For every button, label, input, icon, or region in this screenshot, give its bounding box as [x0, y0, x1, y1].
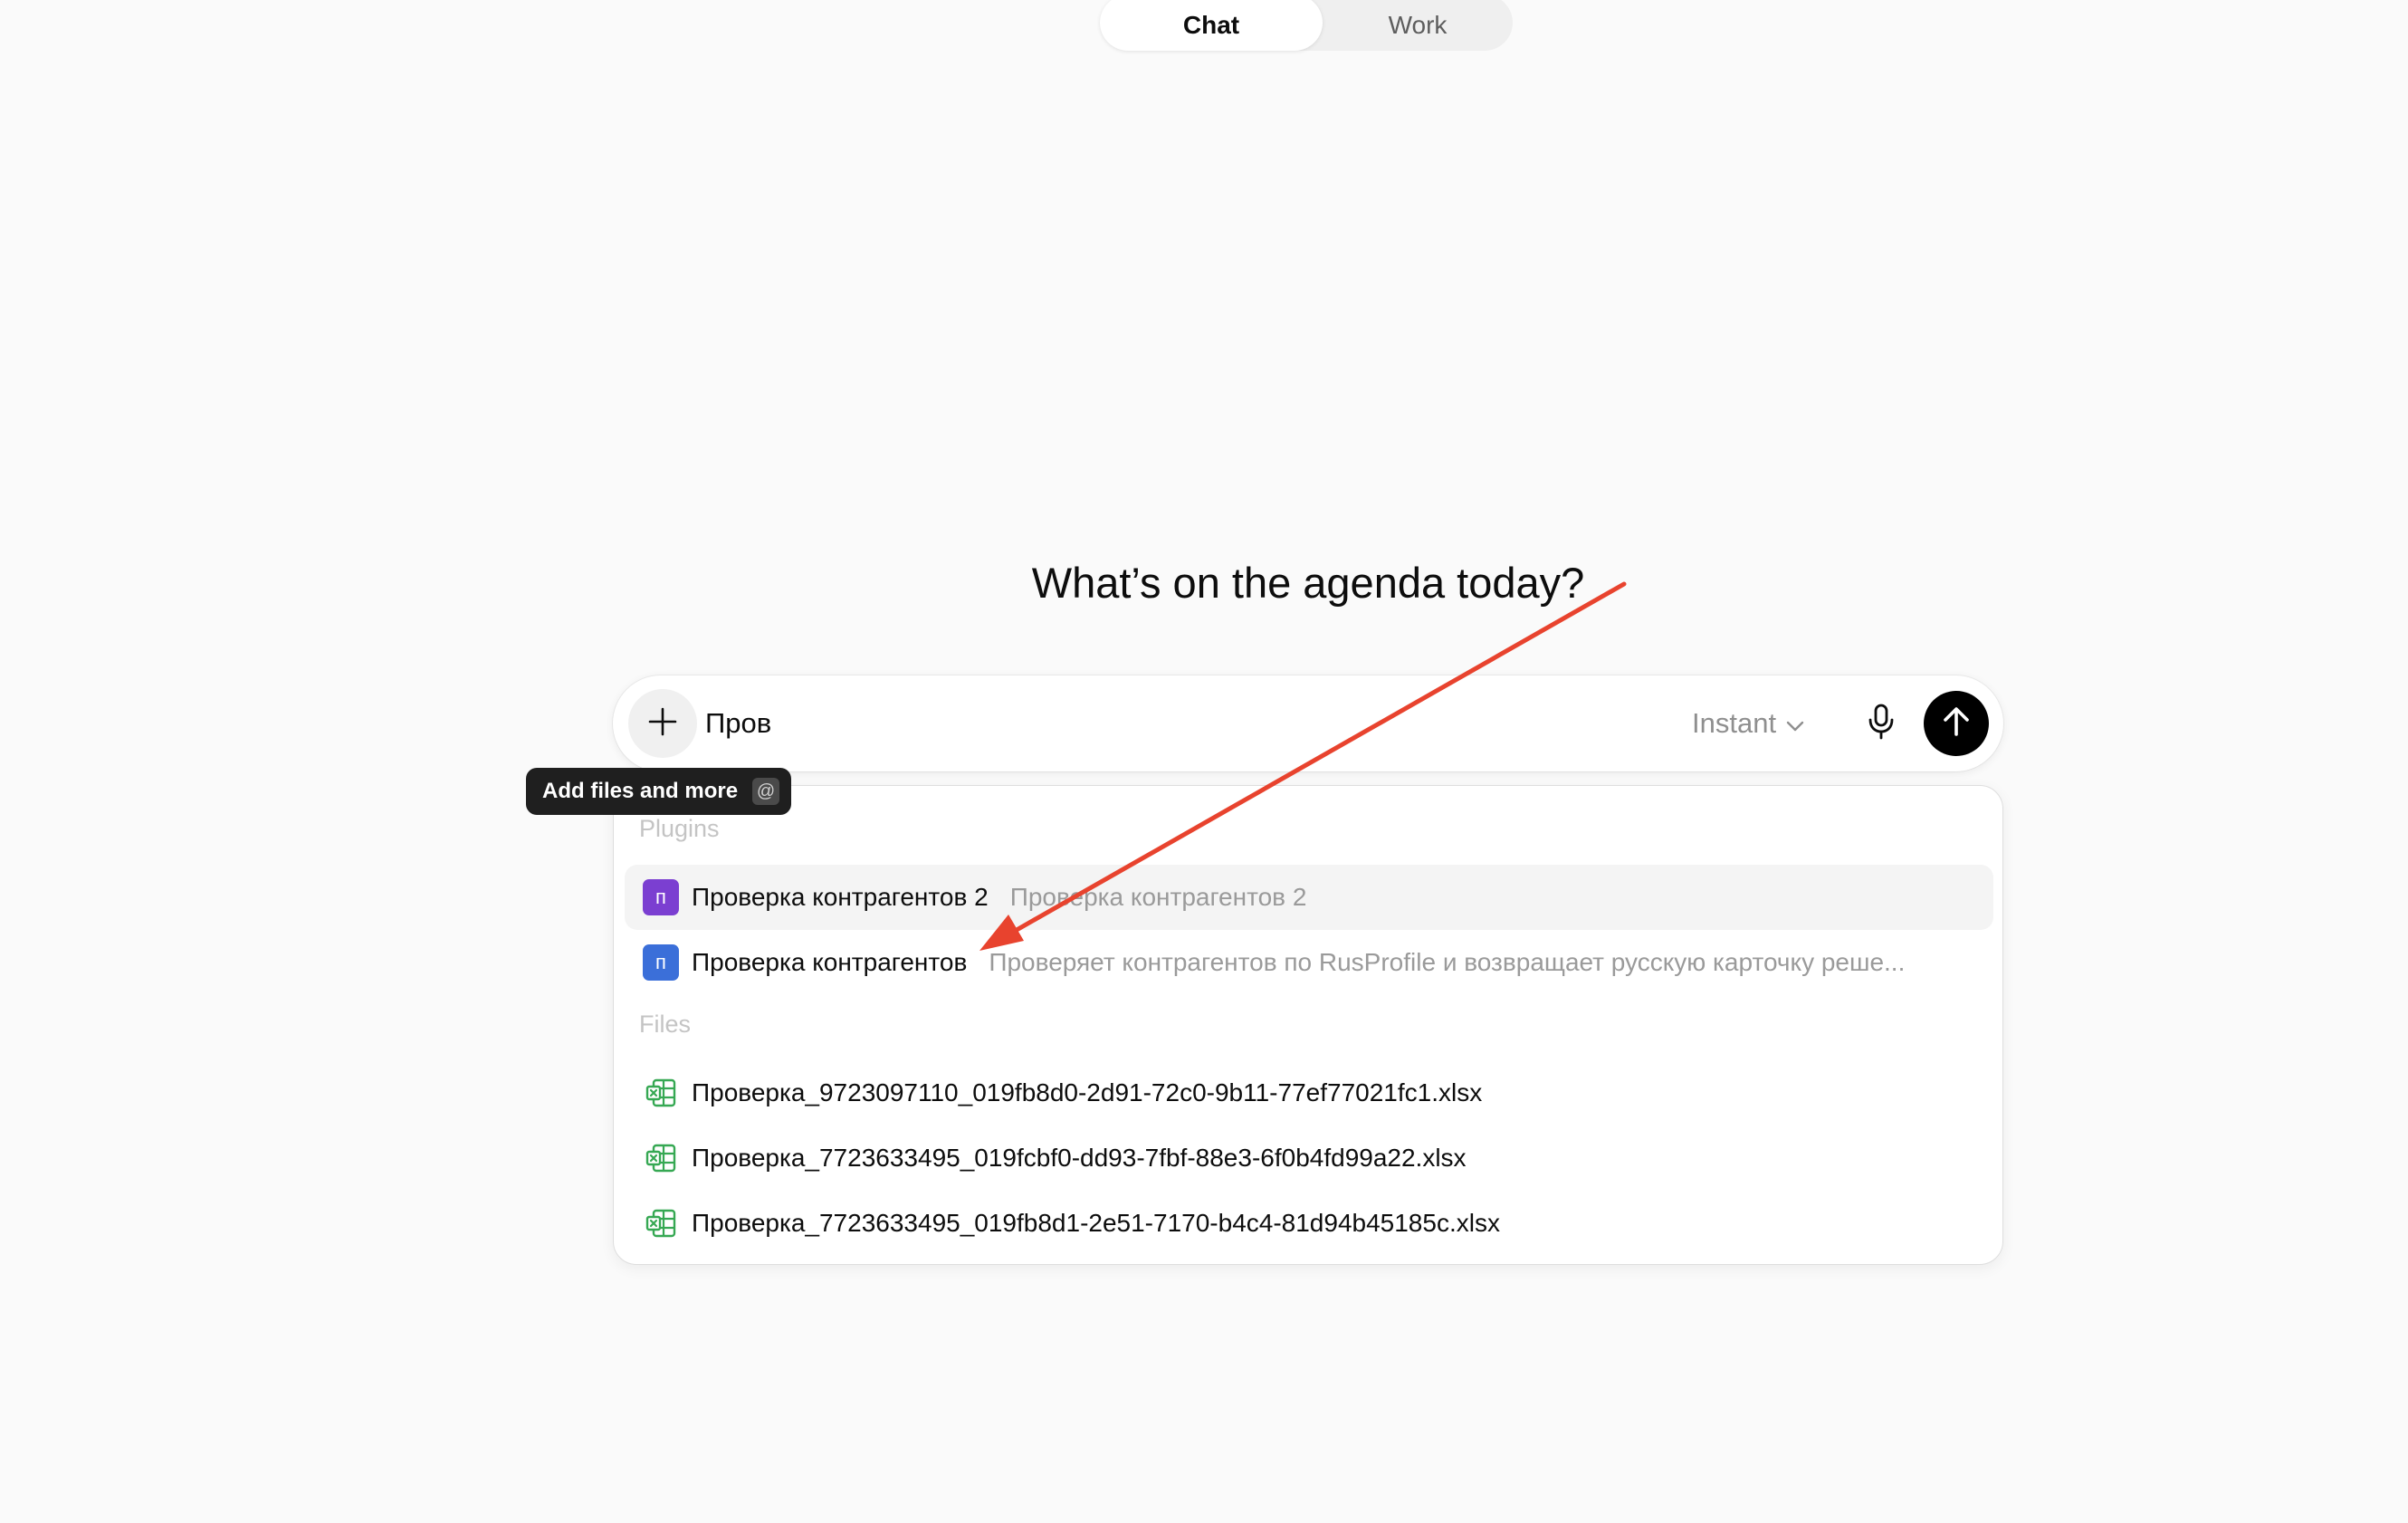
file-item[interactable]: Проверка_9723097110_019fb8d0-2d91-72c0-9… — [625, 1060, 1993, 1125]
plus-icon — [647, 706, 678, 742]
arrow-up-icon — [1942, 706, 1971, 742]
plugin-icon: п — [643, 944, 679, 981]
voice-input-button[interactable] — [1855, 697, 1907, 750]
files-heading: Files — [639, 1011, 692, 1038]
tab-chat[interactable]: Chat — [1100, 0, 1323, 51]
page: Chat Work What’s on the agenda today? In… — [0, 0, 2408, 1523]
prompt-input[interactable] — [705, 699, 1520, 748]
plugin-item[interactable]: п Проверка контрагентов 2 Проверка контр… — [625, 865, 1993, 930]
page-title: What’s on the agenda today? — [1031, 559, 1585, 607]
file-name: Проверка_7723633495_019fcbf0-dd93-7fbf-8… — [692, 1144, 1467, 1172]
model-label: Instant — [1692, 707, 1777, 739]
model-selector[interactable]: Instant — [1692, 701, 1805, 746]
plugin-description: Проверка контрагентов 2 — [1009, 883, 1307, 911]
add-files-tooltip: Add files and more @ — [526, 768, 792, 815]
tooltip-label: Add files and more — [542, 779, 739, 803]
mention-dropdown: Plugins п Проверка контрагентов 2 Провер… — [613, 785, 2003, 1265]
tooltip-shortcut: @ — [752, 778, 780, 805]
plugin-description: Проверяет контрагентов по RusProfile и в… — [989, 948, 1906, 976]
plugin-item[interactable]: п Проверка контрагентов Проверяет контра… — [625, 930, 1993, 995]
plugin-icon: п — [643, 879, 679, 915]
tab-work[interactable]: Work — [1323, 0, 1513, 51]
plugin-title: Проверка контрагентов — [692, 948, 968, 976]
file-item[interactable]: Проверка_7723633495_019fb8d1-2e51-7170-b… — [625, 1191, 1993, 1256]
send-button[interactable] — [1924, 691, 1989, 756]
microphone-icon — [1868, 704, 1895, 744]
spreadsheet-icon — [643, 1205, 679, 1241]
file-item[interactable]: Проверка_7723633495_019fcbf0-dd93-7fbf-8… — [625, 1125, 1993, 1191]
file-name: Проверка_7723633495_019fb8d1-2e51-7170-b… — [692, 1209, 1500, 1237]
mode-switch: Chat Work — [1100, 0, 1513, 51]
spreadsheet-icon — [643, 1140, 679, 1176]
file-name: Проверка_9723097110_019fb8d0-2d91-72c0-9… — [692, 1078, 1483, 1106]
plugin-title: Проверка контрагентов 2 — [692, 883, 989, 911]
plugins-heading: Plugins — [639, 815, 720, 842]
composer: Instant — [613, 675, 2003, 771]
chevron-down-icon — [1785, 707, 1805, 740]
add-attachment-button[interactable] — [628, 689, 697, 758]
spreadsheet-icon — [643, 1075, 679, 1111]
